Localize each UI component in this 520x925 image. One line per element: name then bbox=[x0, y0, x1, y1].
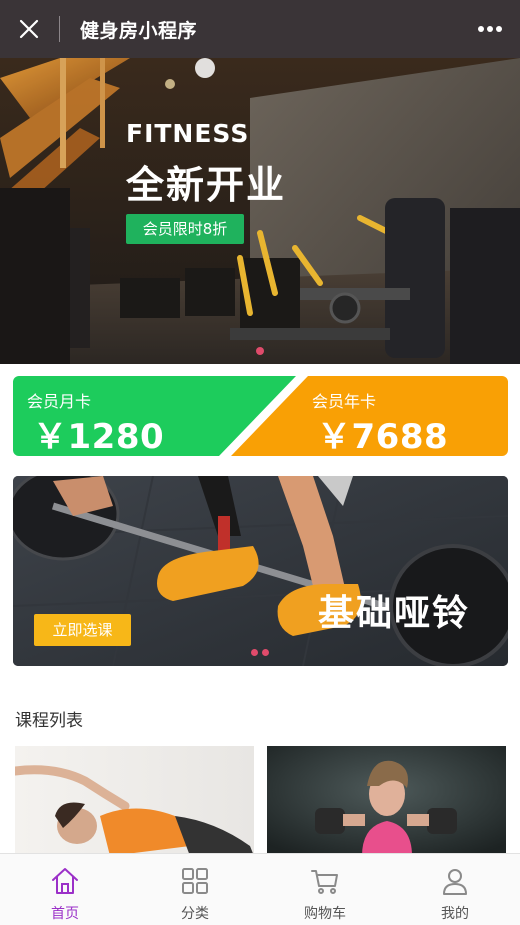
tab-mine-label: 我的 bbox=[441, 906, 469, 922]
membership-cards: 会员月卡 ￥1280 会员年卡 ￥7688 bbox=[13, 376, 508, 456]
monthly-card-price: ￥1280 bbox=[33, 417, 165, 456]
indicator-dot bbox=[251, 649, 258, 656]
yearly-card-price: ￥7688 bbox=[317, 417, 449, 456]
course-card-yoga[interactable] bbox=[15, 746, 254, 856]
yoga-course-image bbox=[15, 746, 254, 856]
course-card-dumbbell[interactable] bbox=[267, 746, 506, 856]
bottom-tab-bar: 首页 分类 购物车 我的 bbox=[0, 853, 520, 925]
more-icon[interactable] bbox=[476, 19, 504, 39]
member-discount-button[interactable]: 会员限时8折 bbox=[126, 214, 244, 244]
page-title: 健身房小程序 bbox=[80, 20, 198, 42]
hero-banner[interactable]: FITNESS 全新开业 会员限时8折 bbox=[0, 58, 520, 364]
close-icon[interactable] bbox=[14, 14, 44, 44]
promo-banner[interactable]: 基础哑铃 立即选课 bbox=[13, 476, 508, 666]
hero-title: 全新开业 bbox=[126, 163, 287, 207]
user-icon bbox=[439, 865, 471, 897]
carousel-indicator bbox=[256, 347, 264, 355]
gym-interior-image bbox=[0, 58, 520, 364]
category-grid-icon bbox=[179, 865, 211, 897]
tab-cart[interactable]: 购物车 bbox=[260, 854, 390, 925]
hero-kicker: FITNESS bbox=[126, 119, 250, 148]
course-list-heading: 课程列表 bbox=[15, 711, 83, 731]
promo-title: 基础哑铃 bbox=[318, 593, 471, 634]
home-icon bbox=[49, 865, 81, 897]
tab-category[interactable]: 分类 bbox=[130, 854, 260, 925]
page: 健身房小程序 FITNESS 全新开业 会员限时8折 会员月卡 ￥1280 会员… bbox=[0, 0, 520, 925]
cart-icon bbox=[309, 865, 341, 897]
promo-carousel-indicator bbox=[251, 649, 269, 656]
title-divider bbox=[59, 16, 60, 42]
tab-home-label: 首页 bbox=[51, 906, 79, 922]
tab-home[interactable]: 首页 bbox=[0, 854, 130, 925]
indicator-dot bbox=[262, 649, 269, 656]
nav-bar: 健身房小程序 bbox=[0, 0, 520, 58]
tab-cart-label: 购物车 bbox=[304, 906, 346, 922]
tab-category-label: 分类 bbox=[181, 906, 209, 922]
select-course-button[interactable]: 立即选课 bbox=[34, 614, 131, 646]
tab-mine[interactable]: 我的 bbox=[390, 854, 520, 925]
dumbbell-course-image bbox=[267, 746, 506, 856]
